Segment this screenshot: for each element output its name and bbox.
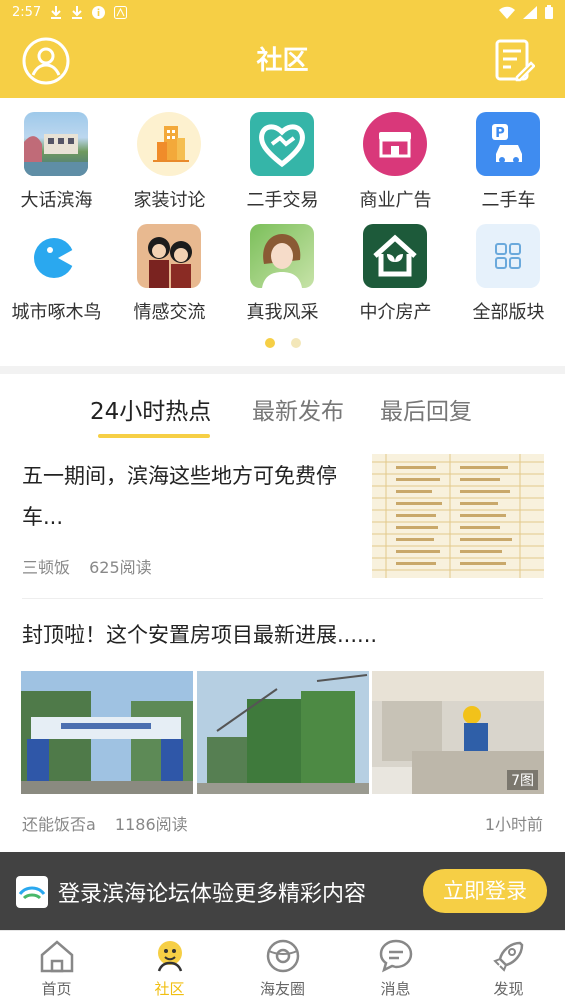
compose-post-button[interactable] — [495, 39, 536, 83]
post-time: 1小时前 — [484, 815, 543, 834]
post-thumbnail — [372, 454, 544, 578]
wifi-icon — [499, 6, 515, 19]
post-image — [197, 671, 369, 794]
login-button[interactable]: 立即登录 — [423, 869, 547, 913]
post-title: 封顶啦！这个安置房项目最新进展...... — [22, 623, 378, 647]
download-icon — [72, 5, 83, 19]
svg-text:P: P — [495, 126, 505, 141]
category-second-hand-trade[interactable]: 二手交易 — [226, 98, 339, 211]
category-label: 二手交易 — [246, 190, 319, 211]
tab-24h-hot[interactable]: 24小时热点 — [90, 392, 211, 426]
category-all-sections[interactable]: 全部版块 — [452, 210, 565, 323]
user-icon — [22, 37, 70, 85]
home-icon — [40, 940, 74, 973]
signal-icon — [523, 5, 537, 19]
status-time: 2:57 — [12, 4, 42, 20]
post-title: 五一期间，滨海这些地方可免费停车... — [22, 464, 337, 529]
category-label: 中介房产 — [359, 302, 432, 323]
category-label: 全部版块 — [472, 302, 545, 323]
feed-tabs: 24小时热点 最新发布 最后回复 — [0, 374, 565, 444]
category-label: 二手车 — [481, 190, 536, 211]
nav-label: 社区 — [154, 980, 185, 998]
bird-icon — [24, 224, 88, 288]
tab-latest[interactable]: 最新发布 — [252, 392, 344, 426]
login-prompt-banner: 登录滨海论坛体验更多精彩内容 立即登录 — [0, 852, 565, 930]
user-avatar-button[interactable] — [22, 37, 70, 85]
post-item[interactable]: 封顶啦！这个安置房项目最新进展...... 7图 还能饭否a 1186阅读 1小… — [0, 599, 565, 839]
login-prompt-text: 登录滨海论坛体验更多精彩内容 — [58, 882, 367, 907]
image-count-badge: 7图 — [507, 770, 538, 790]
page-dot[interactable] — [290, 338, 301, 348]
battery-icon — [545, 5, 553, 19]
bottom-navigation: 首页 社区 海友圈 消息 发现 — [0, 930, 565, 1004]
post-reads: 1186阅读 — [114, 815, 188, 834]
nav-label: 首页 — [41, 980, 72, 998]
post-author: 三顿饭 — [22, 558, 71, 577]
category-label: 城市啄木鸟 — [11, 302, 102, 323]
category-dahua-binhai[interactable]: 大话滨海 — [0, 98, 113, 211]
post-image: 7图 — [372, 671, 544, 794]
category-label: 家装讨论 — [133, 190, 206, 211]
section-separator — [0, 366, 565, 374]
nav-label: 海友圈 — [259, 980, 305, 998]
storefront-icon — [363, 112, 427, 176]
message-bubble-icon — [379, 939, 413, 973]
post-meta: 还能饭否a 1186阅读 — [22, 811, 188, 835]
category-city-woodpecker[interactable]: 城市啄木鸟 — [0, 210, 113, 323]
post-author: 还能饭否a — [22, 815, 96, 834]
post-item[interactable]: 五一期间，滨海这些地方可免费停车... 三顿饭 625阅读 — [0, 444, 565, 598]
circle-planet-icon — [266, 939, 300, 973]
app-header: 社区 — [0, 24, 565, 98]
app-notification-icon — [114, 5, 128, 19]
couple-illustration-icon — [137, 224, 201, 288]
portrait-photo-icon — [250, 224, 314, 288]
forum-logo-icon — [16, 876, 48, 908]
community-mascot-icon — [157, 941, 183, 972]
lakeside-photo-icon — [24, 112, 88, 176]
category-label: 商业广告 — [359, 190, 432, 211]
nav-friends-circle[interactable]: 海友圈 — [226, 931, 339, 1005]
category-used-cars[interactable]: P 二手车 — [452, 98, 565, 211]
house-plant-icon — [363, 224, 427, 288]
page-dot-active[interactable] — [264, 338, 275, 348]
tab-last-reply[interactable]: 最后回复 — [380, 392, 472, 426]
page-title: 社区 — [256, 46, 309, 76]
category-label: 大话滨海 — [20, 190, 93, 211]
page-indicator — [0, 338, 565, 350]
edit-document-icon — [495, 39, 536, 82]
category-label: 情感交流 — [133, 302, 206, 323]
building-icon — [137, 112, 201, 176]
active-tab-indicator — [98, 434, 210, 438]
download-icon — [51, 5, 62, 19]
category-true-self[interactable]: 真我风采 — [226, 210, 339, 323]
nav-messages[interactable]: 消息 — [339, 931, 452, 1005]
heart-handshake-icon — [250, 112, 314, 176]
post-image — [21, 671, 193, 794]
category-emotional-chat[interactable]: 情感交流 — [113, 210, 226, 323]
post-meta: 三顿饭 625阅读 — [22, 554, 152, 578]
category-business-ads[interactable]: 商业广告 — [339, 98, 452, 211]
parking-car-icon: P — [476, 112, 540, 176]
grid-icon — [476, 224, 540, 288]
nav-home[interactable]: 首页 — [0, 931, 113, 1005]
info-icon — [92, 5, 106, 19]
category-agency-housing[interactable]: 中介房产 — [339, 210, 452, 323]
category-grid: 大话滨海 家装讨论 二手交易 商业广告 P 二手车 城市啄木鸟 情感交流 真我风… — [0, 98, 565, 366]
category-label: 真我风采 — [246, 302, 319, 323]
rocket-icon — [493, 941, 524, 972]
status-bar: 2:57 — [0, 0, 565, 24]
post-reads: 625阅读 — [89, 558, 152, 577]
nav-label: 消息 — [380, 980, 411, 998]
nav-label: 发现 — [493, 980, 524, 998]
nav-discover[interactable]: 发现 — [452, 931, 565, 1005]
category-home-decor[interactable]: 家装讨论 — [113, 98, 226, 211]
nav-community[interactable]: 社区 — [113, 931, 226, 1005]
